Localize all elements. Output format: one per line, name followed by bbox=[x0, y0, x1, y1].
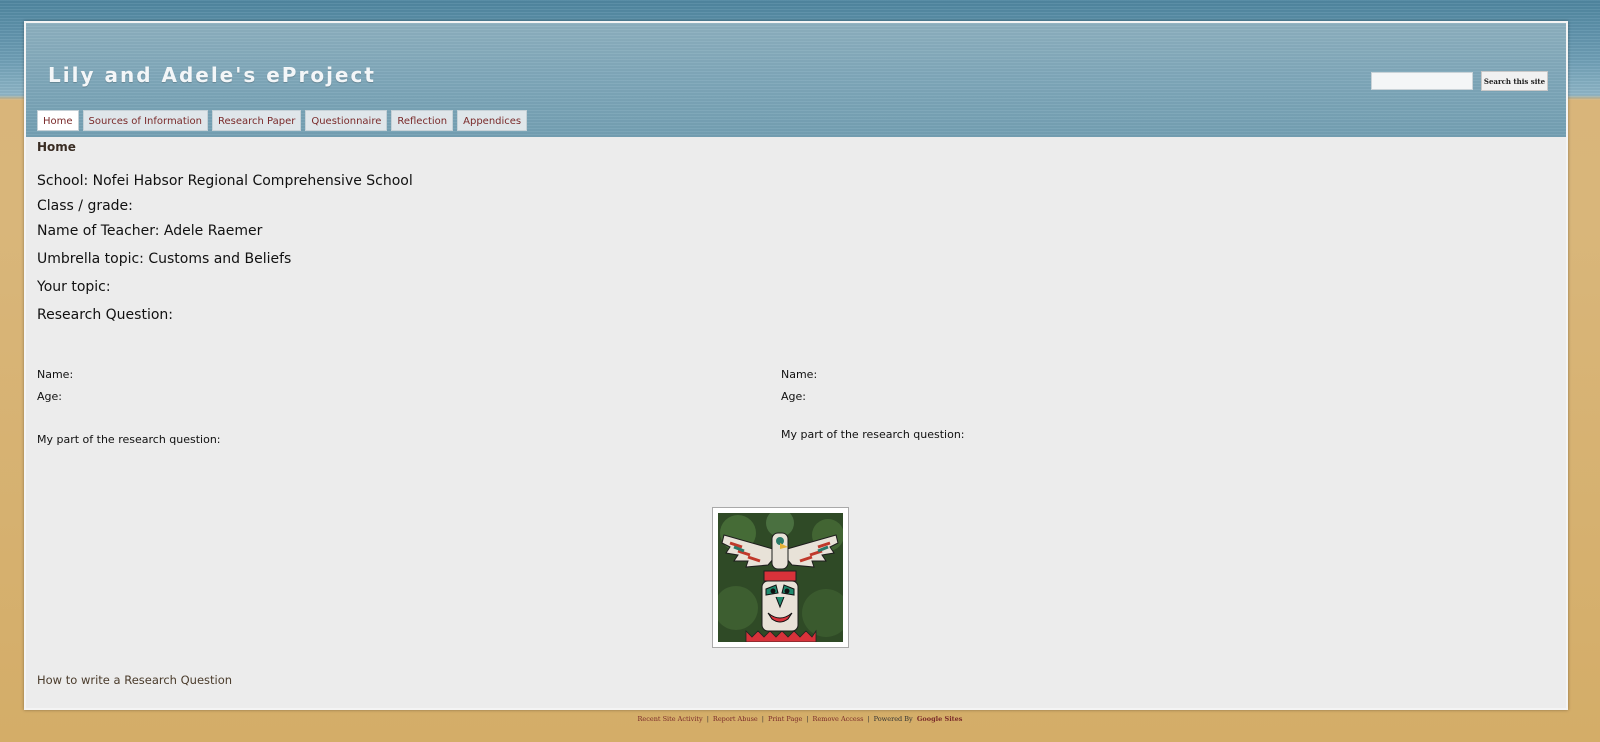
remove-access-link[interactable]: Remove Access bbox=[813, 715, 864, 723]
class-grade-line: Class / grade: bbox=[37, 198, 133, 214]
report-abuse-link[interactable]: Report Abuse bbox=[713, 715, 758, 723]
site-title: Lily and Adele's eProject bbox=[48, 63, 376, 87]
print-page-link[interactable]: Print Page bbox=[768, 715, 802, 723]
totem-pole-image bbox=[718, 513, 843, 642]
search-button[interactable]: Search this site bbox=[1481, 71, 1548, 91]
student-2-age-label: Age: bbox=[781, 390, 806, 403]
footer-separator: | bbox=[706, 715, 709, 723]
how-to-write-research-question-link[interactable]: How to write a Research Question bbox=[37, 673, 232, 687]
school-line: School: Nofei Habsor Regional Comprehens… bbox=[37, 173, 413, 189]
site-footer: Recent Site Activity | Report Abuse | Print … bbox=[0, 715, 1600, 723]
tab-sources-of-information[interactable]: Sources of Information bbox=[82, 110, 208, 131]
recent-site-activity-link[interactable]: Recent Site Activity bbox=[638, 715, 703, 723]
tab-questionnaire[interactable]: Questionnaire bbox=[305, 110, 388, 131]
totem-pole-photo bbox=[712, 507, 849, 648]
site-header: Lily and Adele's eProject Search this si… bbox=[26, 23, 1566, 137]
student-1-name-label: Name: bbox=[37, 368, 74, 381]
student-1-part-label: My part of the research question: bbox=[37, 433, 221, 446]
tab-appendices[interactable]: Appendices bbox=[457, 110, 528, 131]
page-frame: Lily and Adele's eProject Search this si… bbox=[24, 21, 1568, 710]
footer-separator: | bbox=[867, 715, 870, 723]
breadcrumb: Home bbox=[37, 140, 76, 154]
umbrella-topic-line: Umbrella topic: Customs and Beliefs bbox=[37, 251, 292, 267]
powered-by-label: Powered By bbox=[873, 715, 913, 723]
research-question-line: Research Question: bbox=[37, 307, 174, 323]
teacher-line: Name of Teacher: Adele Raemer bbox=[37, 223, 263, 239]
site-nav: Home Sources of Information Research Pap… bbox=[37, 110, 528, 132]
your-topic-line: Your topic: bbox=[37, 279, 111, 295]
search-input[interactable] bbox=[1371, 72, 1473, 90]
tab-reflection[interactable]: Reflection bbox=[391, 110, 454, 131]
student-1-age-label: Age: bbox=[37, 390, 62, 403]
tab-research-paper[interactable]: Research Paper bbox=[211, 110, 302, 131]
google-sites-link[interactable]: Google Sites bbox=[917, 715, 963, 723]
tab-home[interactable]: Home bbox=[37, 110, 79, 131]
student-2-part-label: My part of the research question: bbox=[781, 428, 965, 441]
student-2-name-label: Name: bbox=[781, 368, 818, 381]
footer-separator: | bbox=[806, 715, 809, 723]
footer-separator: | bbox=[761, 715, 764, 723]
